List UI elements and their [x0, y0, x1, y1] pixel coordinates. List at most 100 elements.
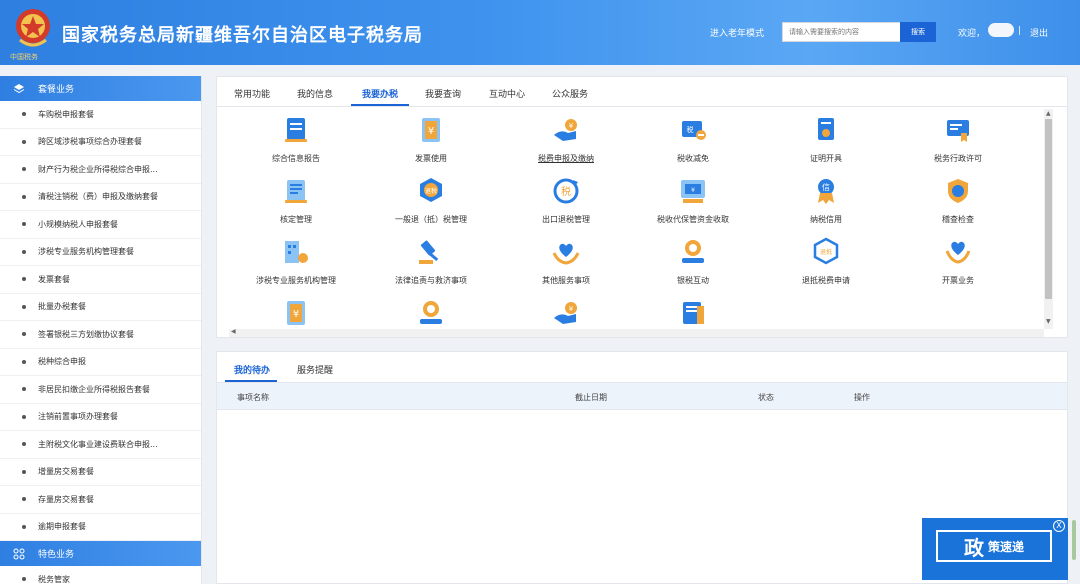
sidebar-item[interactable]: 存量房交易套餐	[0, 486, 201, 514]
tab-my-todo[interactable]: 我的待办	[234, 363, 270, 376]
function-item[interactable]: 税务行政许可	[893, 115, 1023, 164]
elder-mode-link[interactable]: 进入老年模式	[710, 26, 764, 39]
sidebar-item[interactable]: 主附税文化事业建设费联合申报...	[0, 431, 201, 459]
sidebar-item-list: 车购税申报套餐跨区域涉税事项综合办理套餐财产行为税企业所得税综合申报... 清税注…	[0, 101, 201, 541]
function-item[interactable]: ¥ 发票使用	[366, 115, 496, 164]
tab-my-info[interactable]: 我的信息	[297, 87, 333, 100]
sidebar-item[interactable]: 注销前置事项办理套餐	[0, 404, 201, 431]
function-item[interactable]	[366, 298, 496, 329]
function-item[interactable]: 税税收减免	[628, 115, 758, 164]
search-button[interactable]: 搜索	[900, 22, 936, 42]
sidebar-item[interactable]: 发票套餐	[0, 266, 201, 294]
function-item[interactable]: ¥	[231, 298, 361, 329]
todo-tabs: 我的待办 服务提醒	[217, 352, 1067, 382]
logout-link[interactable]: 退出	[1030, 26, 1048, 39]
sidebar-item[interactable]: 财产行为税企业所得税综合申报...	[0, 156, 201, 184]
sidebar-section-special[interactable]: 特色业务	[0, 541, 201, 566]
tax-payment-icon: ¥	[554, 119, 577, 141]
sidebar-item[interactable]: 批量办税套餐	[0, 294, 201, 321]
function-item[interactable]: 涉税专业服务机构管理	[231, 237, 361, 286]
page-scrollbar[interactable]	[1072, 520, 1076, 560]
svg-text:税: 税	[687, 125, 694, 134]
sidebar-item-label: 财产行为税企业所得税综合申报...	[38, 164, 158, 174]
tab-public[interactable]: 公众服务	[552, 87, 588, 100]
sidebar-item[interactable]: 跨区域涉税事项综合办理套餐	[0, 129, 201, 156]
agency-icon	[285, 241, 308, 263]
main-tabs: 常用功能 我的信息 我要办税 我要查询 互动中心 公众服务	[217, 77, 1067, 107]
sidebar-item-label: 增量房交易套餐	[38, 467, 94, 477]
export-refund-icon: 税	[553, 178, 579, 204]
site-title: 国家税务总局新疆维吾尔自治区电子税务局	[62, 25, 423, 46]
grid-icon	[12, 548, 26, 560]
inspection-icon	[948, 179, 968, 203]
function-item[interactable]: 税出口退税管理	[501, 176, 631, 225]
welcome-text: 欢迎，	[958, 29, 986, 39]
scroll-down-icon[interactable]: ▼	[1046, 318, 1051, 325]
horizontal-scrollbar[interactable]: ◀	[229, 328, 1044, 337]
sidebar-item-label: 存量房交易套餐	[38, 494, 94, 504]
function-grid: 综合信息报告 ¥ 发票使用 ¥ 税费申报及缴纳税税收减免 证明开具 税务行政许可核定管理 退税…	[217, 107, 1045, 329]
sidebar-item[interactable]: 车购税申报套餐	[0, 101, 201, 129]
sidebar-item-label: 税务管家	[38, 574, 70, 584]
sidebar-item[interactable]: 签署银税三方划缴协议套餐	[0, 321, 201, 349]
invoice-icon: ¥	[422, 118, 440, 142]
sidebar-item[interactable]: 增量房交易套餐	[0, 459, 201, 486]
gavel-icon	[419, 240, 439, 264]
function-item[interactable]: 核定管理	[231, 176, 361, 225]
function-item[interactable]: 证明开具	[761, 115, 891, 164]
svg-text:¥: ¥	[691, 187, 695, 194]
function-item[interactable]: 退抵 退抵税费申请	[761, 237, 891, 286]
sidebar-item-tax-butler[interactable]: 税务管家	[0, 566, 201, 584]
sidebar-item[interactable]: 逾期申报套餐	[0, 514, 201, 541]
bullet-icon	[22, 442, 26, 447]
sidebar-section-packages[interactable]: 套餐业务	[0, 76, 201, 101]
tab-interaction[interactable]: 互动中心	[489, 87, 525, 100]
function-item[interactable]: ¥	[501, 298, 631, 329]
function-item[interactable]: 综合信息报告	[231, 115, 361, 164]
active-tab-indicator	[351, 104, 409, 106]
custody-fund-icon: ¥	[681, 180, 705, 203]
function-item[interactable]: 银税互动	[628, 237, 758, 286]
function-item[interactable]: ¥ 税收代保管资金收取	[628, 176, 758, 225]
scroll-left-icon[interactable]: ◀	[231, 328, 236, 335]
function-item[interactable]: 开票业务	[893, 237, 1023, 286]
function-label: 法律追责与救济事项	[395, 276, 467, 285]
scrollbar-thumb[interactable]	[1045, 119, 1052, 299]
sidebar-item-label: 小规模纳税人申报套餐	[38, 219, 118, 229]
user-avatar[interactable]	[988, 23, 1014, 37]
vertical-scrollbar[interactable]: ▲ ▼	[1044, 109, 1053, 329]
svg-text:¥: ¥	[293, 309, 299, 320]
svg-text:税: 税	[561, 185, 571, 198]
function-item[interactable]: ¥ 税费申报及缴纳	[501, 115, 631, 164]
billing-icon	[945, 241, 971, 264]
function-panel: 常用功能 我的信息 我要办税 我要查询 互动中心 公众服务 综合信息报告 ¥ 发票使…	[216, 76, 1068, 338]
search-input[interactable]	[782, 22, 900, 42]
column-header: 操作	[854, 393, 870, 402]
scroll-up-icon[interactable]: ▲	[1046, 110, 1051, 117]
sidebar-item[interactable]: 清税注销税（费）申报及缴纳套餐	[0, 184, 201, 211]
tab-query[interactable]: 我要查询	[425, 87, 461, 100]
tab-service-reminder[interactable]: 服务提醒	[297, 363, 333, 376]
close-icon[interactable]: X	[1053, 520, 1065, 532]
function-item[interactable]: 法律追责与救济事项	[366, 237, 496, 286]
sidebar-item[interactable]: 非居民扣缴企业所得税报告套餐	[0, 376, 201, 404]
credit-icon: 信	[818, 179, 834, 204]
function-item[interactable]: 其他服务事项	[501, 237, 631, 286]
function-label: 银税互动	[677, 276, 709, 285]
function-item[interactable]	[628, 298, 758, 329]
svg-text:信: 信	[822, 182, 830, 192]
tab-common[interactable]: 常用功能	[234, 87, 270, 100]
function-item[interactable]: 信纳税信用	[761, 176, 891, 225]
policy-express-badge[interactable]: 政 策速递 X	[922, 518, 1068, 580]
function-item[interactable]: 稽查检查	[893, 176, 1023, 225]
function-item[interactable]: 退税 一般退（抵）税管理	[366, 176, 496, 225]
sidebar-item[interactable]: 税种综合申报	[0, 349, 201, 376]
sidebar-section-label: 套餐业务	[38, 85, 75, 95]
bullet-icon	[22, 469, 26, 474]
sidebar-item-label: 非居民扣缴企业所得税报告套餐	[38, 384, 150, 394]
tab-do-tax[interactable]: 我要办税	[362, 87, 398, 100]
sidebar-item[interactable]: 涉税专业服务机构管理套餐	[0, 239, 201, 266]
bullet-icon	[22, 222, 26, 227]
sidebar-item-label: 车购税申报套餐	[38, 109, 94, 119]
sidebar-item[interactable]: 小规模纳税人申报套餐	[0, 211, 201, 239]
